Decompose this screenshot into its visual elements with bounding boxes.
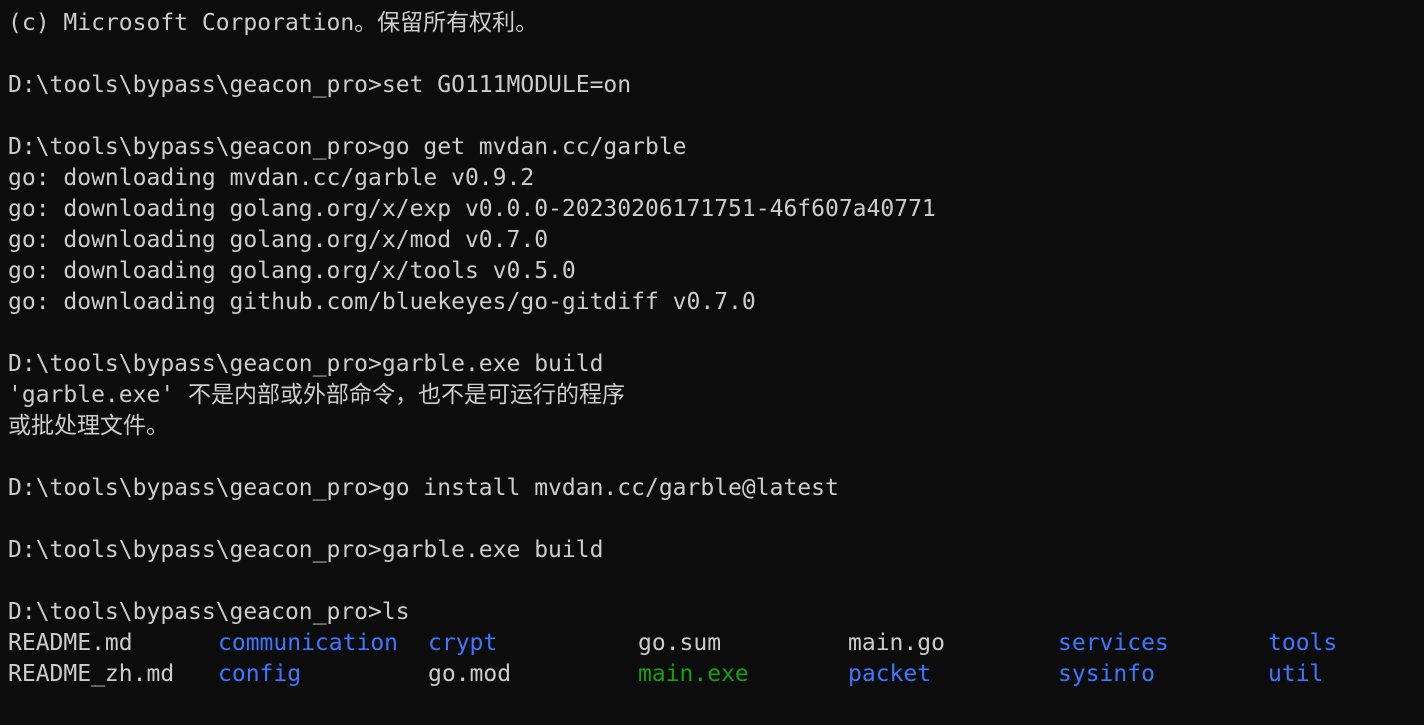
ls-entry-directory: config bbox=[218, 661, 302, 687]
ls-entry-executable: main.exe bbox=[638, 661, 749, 687]
error-line: 'garble.exe' 不是内部或外部命令，也不是可运行的程序 bbox=[8, 382, 626, 408]
ls-entry-directory: crypt bbox=[428, 630, 498, 656]
command-line: D:\tools\bypass\geacon_pro>go get mvdan.… bbox=[8, 134, 687, 160]
ls-entry-directory: packet bbox=[848, 661, 932, 687]
ls-output-row: README_zh.md config go.mod main.exe pack… bbox=[8, 659, 1424, 690]
ls-entry-directory: tools bbox=[1268, 630, 1338, 656]
command-line: D:\tools\bypass\geacon_pro>garble.exe bu… bbox=[8, 537, 604, 563]
output-line: go: downloading golang.org/x/tools v0.5.… bbox=[8, 258, 576, 284]
ls-entry-file: go.sum bbox=[638, 630, 722, 656]
output-line: go: downloading mvdan.cc/garble v0.9.2 bbox=[8, 165, 535, 191]
command-line: D:\tools\bypass\geacon_pro>go install mv… bbox=[8, 475, 839, 501]
ls-entry-directory: util bbox=[1268, 661, 1324, 687]
ls-entry-file: README_zh.md bbox=[8, 661, 175, 687]
output-line: go: downloading golang.org/x/mod v0.7.0 bbox=[8, 227, 549, 253]
ls-entry-file: go.mod bbox=[428, 661, 512, 687]
ls-output-row: README.md communication crypt go.sum mai… bbox=[8, 628, 1424, 659]
error-line: 或批处理文件。 bbox=[8, 413, 169, 439]
ls-entry-file: main.go bbox=[848, 630, 945, 656]
output-line: go: downloading github.com/bluekeyes/go-… bbox=[8, 289, 756, 315]
terminal-window[interactable]: (c) Microsoft Corporation。保留所有权利。 D:\too… bbox=[0, 0, 1424, 725]
ls-entry-directory: communication bbox=[218, 630, 399, 656]
copyright-line: (c) Microsoft Corporation。保留所有权利。 bbox=[8, 10, 539, 36]
command-line: D:\tools\bypass\geacon_pro>set GO111MODU… bbox=[8, 72, 632, 98]
command-line: D:\tools\bypass\geacon_pro>garble.exe bu… bbox=[8, 351, 604, 377]
ls-entry-directory: sysinfo bbox=[1058, 661, 1155, 687]
command-line: D:\tools\bypass\geacon_pro>ls bbox=[8, 599, 410, 625]
ls-entry-directory: services bbox=[1058, 630, 1169, 656]
ls-entry-file: README.md bbox=[8, 630, 133, 656]
output-line: go: downloading golang.org/x/exp v0.0.0-… bbox=[8, 196, 936, 222]
